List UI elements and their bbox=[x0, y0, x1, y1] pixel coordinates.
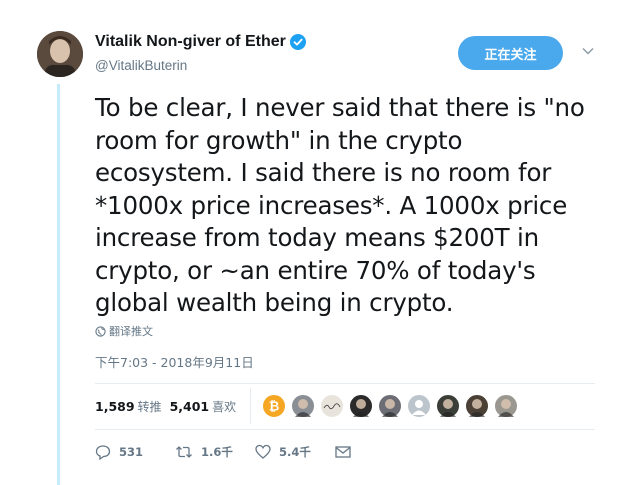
like-count: 5.4千 bbox=[279, 445, 311, 459]
liker-avatar[interactable] bbox=[494, 394, 518, 418]
divider bbox=[95, 429, 595, 430]
divider bbox=[95, 383, 595, 384]
reply-action[interactable]: 531 bbox=[95, 444, 175, 460]
liker-avatar[interactable] bbox=[291, 394, 315, 418]
tweet-timestamp[interactable]: 下午7:03 - 2018年9月11日 bbox=[95, 352, 254, 371]
retweet-icon bbox=[176, 446, 192, 458]
liker-avatar[interactable] bbox=[436, 394, 460, 418]
liker-avatars: ₿ bbox=[262, 394, 523, 418]
liker-avatar[interactable] bbox=[407, 394, 431, 418]
retweets-stat[interactable]: 1,589 转推 bbox=[95, 398, 162, 415]
retweets-label: 转推 bbox=[137, 400, 162, 414]
reply-count: 531 bbox=[119, 445, 144, 459]
likes-stat[interactable]: 5,401 喜欢 bbox=[170, 398, 237, 415]
tweet-line: *1000x price increases*. A 1000x price bbox=[95, 190, 568, 220]
thread-line bbox=[57, 84, 60, 485]
tweet-line: To be clear, I never said that there is … bbox=[95, 93, 585, 122]
engagement-stats: 1,589 转推 5,401 喜欢 bbox=[95, 398, 244, 415]
like-action[interactable]: 5.4千 bbox=[255, 444, 335, 460]
direct-message-action[interactable] bbox=[335, 445, 365, 459]
author-name-row[interactable]: Vitalik Non-giver of Ether bbox=[95, 33, 306, 51]
tweet-actions: 531 1.6千 5.4千 bbox=[95, 444, 365, 460]
tweet-line: crypto, or ~an entire 70% of today's bbox=[95, 255, 536, 285]
likes-count: 5,401 bbox=[169, 399, 210, 414]
tweet-line: increase from today means $200T in bbox=[95, 223, 539, 252]
verified-badge-icon bbox=[289, 34, 306, 50]
translate-tweet-label[interactable]: 翻译推文 bbox=[109, 323, 153, 339]
retweets-count: 1,589 bbox=[95, 399, 135, 414]
tweet-line: room for growth" in the crypto bbox=[95, 125, 463, 155]
retweet-count: 1.6千 bbox=[201, 445, 233, 459]
liker-avatar[interactable] bbox=[465, 394, 489, 418]
likes-label: 喜欢 bbox=[212, 400, 237, 414]
svg-text:₿: ₿ bbox=[269, 400, 280, 415]
author-avatar[interactable] bbox=[37, 31, 83, 77]
retweet-action[interactable]: 1.6千 bbox=[175, 444, 255, 460]
tweet-line: global wealth being in crypto. bbox=[95, 288, 454, 317]
heart-icon bbox=[255, 444, 271, 459]
stats-divider bbox=[250, 388, 251, 424]
author-display-name[interactable]: Vitalik Non-giver of Ether bbox=[95, 33, 286, 51]
liker-avatar[interactable] bbox=[378, 394, 402, 418]
tweet-line: ecosystem. I said there is no room for bbox=[95, 158, 552, 187]
tweet-text: To be clear, I never said that there is … bbox=[95, 92, 595, 320]
following-button[interactable]: 正在关注 bbox=[458, 36, 563, 70]
author-handle[interactable]: @VitalikButerin bbox=[95, 58, 187, 73]
liker-avatar[interactable] bbox=[349, 394, 373, 418]
translate-tweet-link[interactable]: 翻译推文 bbox=[95, 323, 153, 339]
chevron-down-icon[interactable] bbox=[581, 44, 595, 58]
liker-avatar[interactable] bbox=[320, 394, 344, 418]
envelope-icon bbox=[335, 446, 351, 458]
globe-icon bbox=[95, 325, 106, 337]
reply-icon bbox=[95, 445, 111, 460]
liker-avatar[interactable]: ₿ bbox=[262, 394, 286, 418]
